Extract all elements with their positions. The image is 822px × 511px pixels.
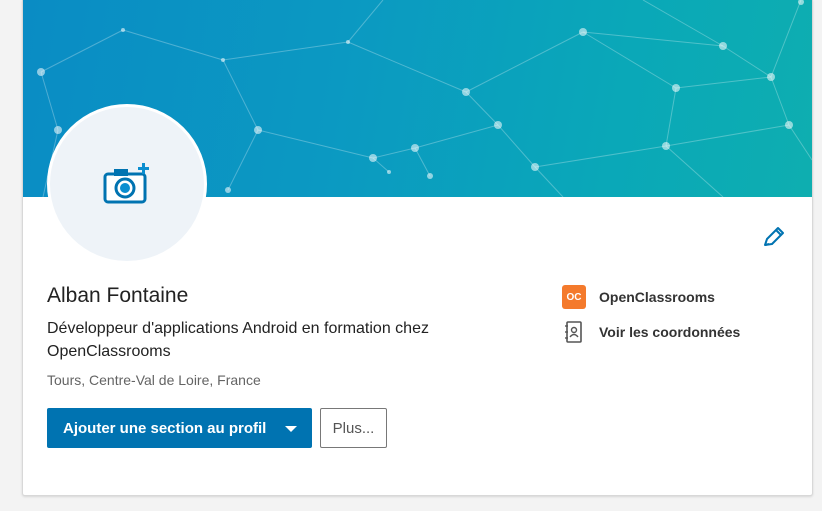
profile-card: Alban Fontaine Développeur d'application… — [22, 0, 813, 496]
chevron-down-icon — [285, 426, 297, 432]
more-button[interactable]: Plus... — [320, 408, 387, 448]
profile-location: Tours, Centre-Val de Loire, France — [47, 372, 261, 388]
school-link[interactable]: OC OpenClassrooms — [562, 285, 715, 309]
openclassrooms-logo: OC — [562, 285, 586, 309]
contact-info-link[interactable]: Voir les coordonnées — [562, 320, 740, 344]
school-name: OpenClassrooms — [599, 289, 715, 305]
pencil-icon — [764, 227, 784, 246]
profile-name: Alban Fontaine — [47, 284, 189, 307]
profile-photo-placeholder[interactable] — [47, 104, 207, 264]
contact-card-icon — [565, 321, 582, 343]
add-section-label: Ajouter une section au profil — [63, 419, 267, 437]
add-section-button[interactable]: Ajouter une section au profil — [47, 408, 312, 448]
edit-profile-button[interactable] — [759, 224, 787, 252]
contact-info-label: Voir les coordonnées — [599, 324, 741, 340]
profile-headline: Développeur d'applications Android en fo… — [47, 320, 429, 360]
camera-plus-icon — [103, 163, 149, 204]
